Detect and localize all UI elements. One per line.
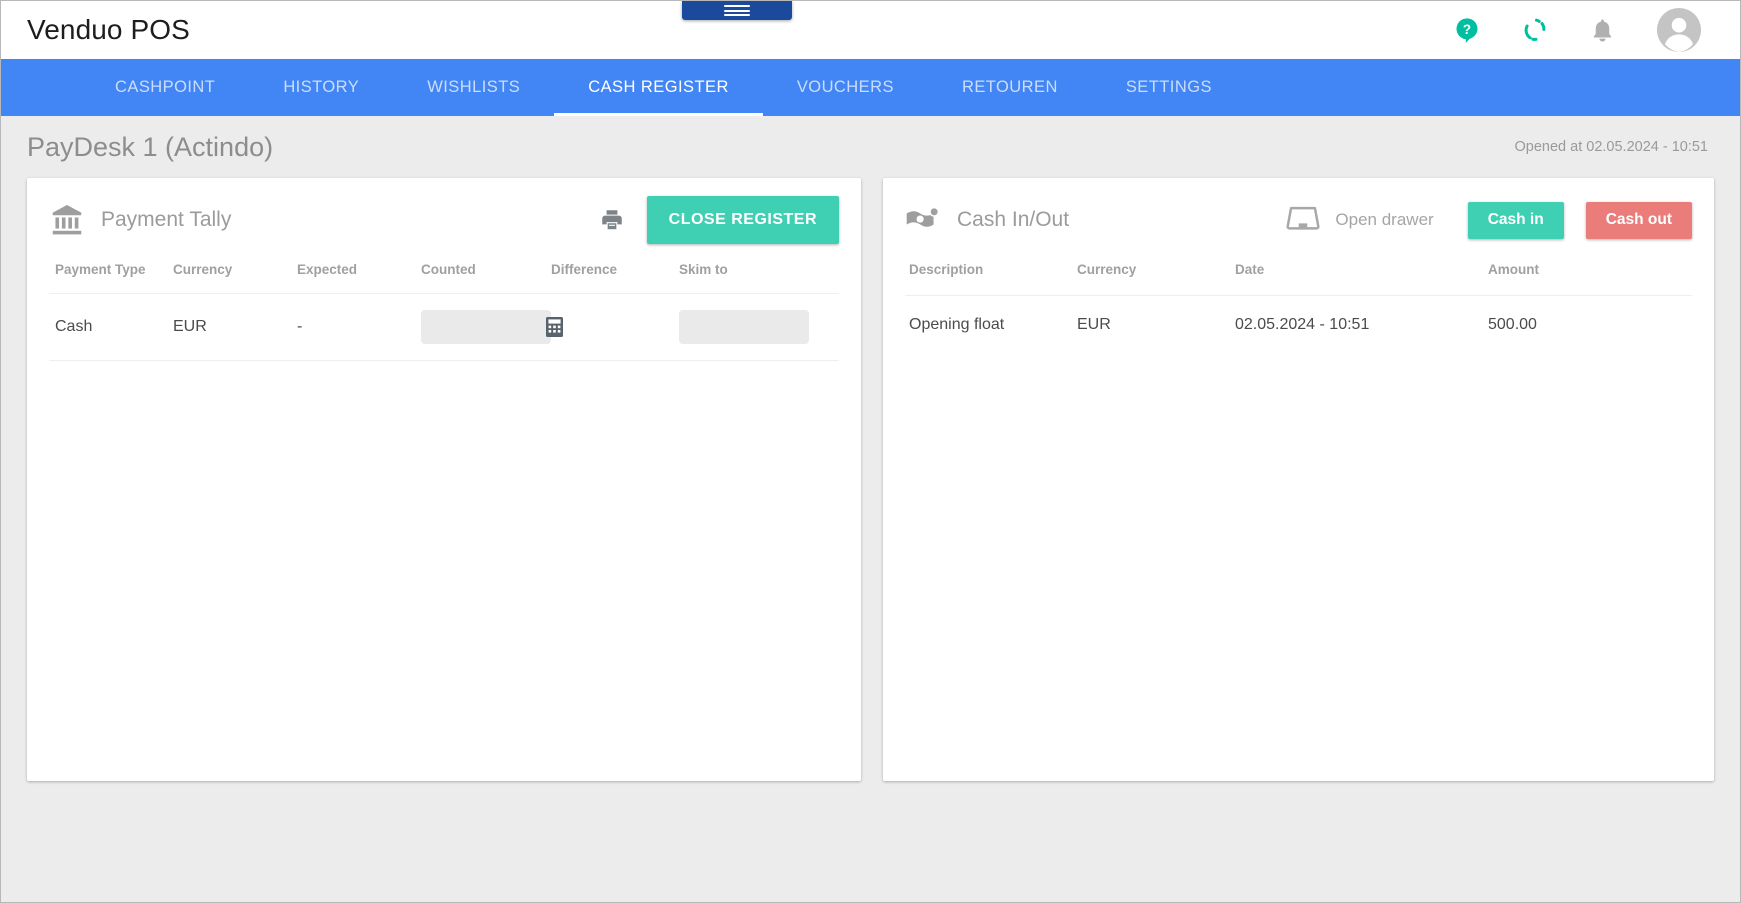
table-row: Cash EUR - xyxy=(49,293,839,361)
main-navigation: CASHPOINT HISTORY WISHLISTS CASH REGISTE… xyxy=(1,59,1740,116)
payment-tally-header: Payment Tally CLOSE REGISTER xyxy=(27,178,861,256)
cash-in-button[interactable]: Cash in xyxy=(1467,201,1564,239)
cell-amount: 500.00 xyxy=(1488,295,1692,354)
calculator-icon[interactable] xyxy=(545,316,565,338)
cash-in-out-title: Cash In/Out xyxy=(957,208,1070,231)
printer-icon[interactable] xyxy=(599,207,625,233)
column-currency: Currency xyxy=(173,262,233,277)
payment-tally-card: Payment Tally CLOSE REGISTER Payment Typ… xyxy=(27,178,861,781)
page-title: PayDesk 1 (Actindo) xyxy=(27,131,274,162)
help-icon[interactable]: ? xyxy=(1453,16,1481,44)
cash-out-button[interactable]: Cash out xyxy=(1585,201,1692,239)
table-header-row: Description Currency Date Amount xyxy=(905,256,1692,296)
sync-icon[interactable] xyxy=(1521,16,1549,44)
cash-in-out-table-head: Description Currency Date Amount xyxy=(905,256,1692,296)
tab-cash-register[interactable]: CASH REGISTER xyxy=(554,59,763,116)
cell-skim-to xyxy=(679,293,839,361)
counted-input[interactable] xyxy=(421,310,551,344)
cell-payment-type: Cash xyxy=(49,293,173,361)
column-payment-type: Payment Type xyxy=(55,262,146,277)
tab-wishlists[interactable]: WISHLISTS xyxy=(393,59,554,116)
cash-in-out-table-wrap: Description Currency Date Amount Opening… xyxy=(883,256,1714,354)
column-counted: Counted xyxy=(421,262,476,277)
column-description: Description xyxy=(909,262,984,277)
main-content: Payment Tally CLOSE REGISTER Payment Typ… xyxy=(1,178,1740,781)
page-header: PayDesk 1 (Actindo) Opened at 02.05.2024… xyxy=(1,116,1740,178)
payment-tally-table-wrap: Payment Type Currency Expected Counted D… xyxy=(27,256,861,361)
payment-tally-table-body: Cash EUR - xyxy=(49,293,839,361)
close-register-button[interactable]: CLOSE REGISTER xyxy=(646,196,839,244)
tab-settings[interactable]: SETTINGS xyxy=(1092,59,1246,116)
cash-in-out-actions: Open drawer Cash in Cash out xyxy=(1285,201,1692,239)
column-difference: Difference xyxy=(551,262,618,277)
svg-text:?: ? xyxy=(1463,22,1471,37)
cell-date: 02.05.2024 - 10:51 xyxy=(1235,295,1488,354)
bank-icon xyxy=(49,202,85,238)
payment-tally-table: Payment Type Currency Expected Counted D… xyxy=(49,256,839,361)
cash-in-out-card: Cash In/Out Open drawer Cash in Cash out xyxy=(883,178,1714,781)
hamburger-menu-tab[interactable] xyxy=(682,1,792,20)
money-bill-icon xyxy=(905,205,941,235)
payment-tally-actions: CLOSE REGISTER xyxy=(599,196,839,244)
cash-in-out-table: Description Currency Date Amount Opening… xyxy=(905,256,1692,354)
cash-in-out-table-body: Opening float EUR 02.05.2024 - 10:51 500… xyxy=(905,295,1692,354)
column-date: Date xyxy=(1235,262,1265,277)
notifications-bell-icon[interactable] xyxy=(1589,17,1616,44)
column-expected: Expected xyxy=(297,262,358,277)
topbar-icon-group: ? xyxy=(1453,7,1714,53)
cell-expected: - xyxy=(297,293,421,361)
tab-cashpoint[interactable]: CASHPOINT xyxy=(81,59,249,116)
cell-currency: EUR xyxy=(1077,295,1235,354)
open-drawer-label: Open drawer xyxy=(1335,210,1434,229)
cell-counted xyxy=(421,293,563,361)
column-skim-to: Skim to xyxy=(679,262,728,277)
payment-tally-table-head: Payment Type Currency Expected Counted D… xyxy=(49,256,839,294)
payment-tally-title: Payment Tally xyxy=(101,208,232,231)
column-currency: Currency xyxy=(1077,262,1137,277)
cell-currency: EUR xyxy=(173,293,297,361)
app-root: Venduo POS ? CASHPOINT HISTORY WISHLISTS… xyxy=(0,0,1741,903)
tab-retouren[interactable]: RETOUREN xyxy=(928,59,1092,116)
app-brand-title: Venduo POS xyxy=(27,14,190,45)
cell-description: Opening float xyxy=(905,295,1077,354)
tab-vouchers[interactable]: VOUCHERS xyxy=(763,59,928,116)
hamburger-menu-icon xyxy=(724,3,750,19)
cash-drawer-icon xyxy=(1285,204,1321,237)
open-drawer-button[interactable]: Open drawer xyxy=(1285,204,1434,237)
top-bar: Venduo POS ? xyxy=(1,1,1740,59)
tab-history[interactable]: HISTORY xyxy=(249,59,393,116)
column-amount: Amount xyxy=(1488,262,1539,277)
counted-input-wrap xyxy=(421,310,563,344)
skim-to-input[interactable] xyxy=(679,310,809,344)
table-header-row: Payment Type Currency Expected Counted D… xyxy=(49,256,839,294)
cell-difference xyxy=(551,293,679,361)
table-row: Opening float EUR 02.05.2024 - 10:51 500… xyxy=(905,295,1692,354)
opened-at-status: Opened at 02.05.2024 - 10:51 xyxy=(1514,139,1709,155)
user-avatar-icon[interactable] xyxy=(1656,7,1702,53)
cash-in-out-header: Cash In/Out Open drawer Cash in Cash out xyxy=(883,178,1714,256)
